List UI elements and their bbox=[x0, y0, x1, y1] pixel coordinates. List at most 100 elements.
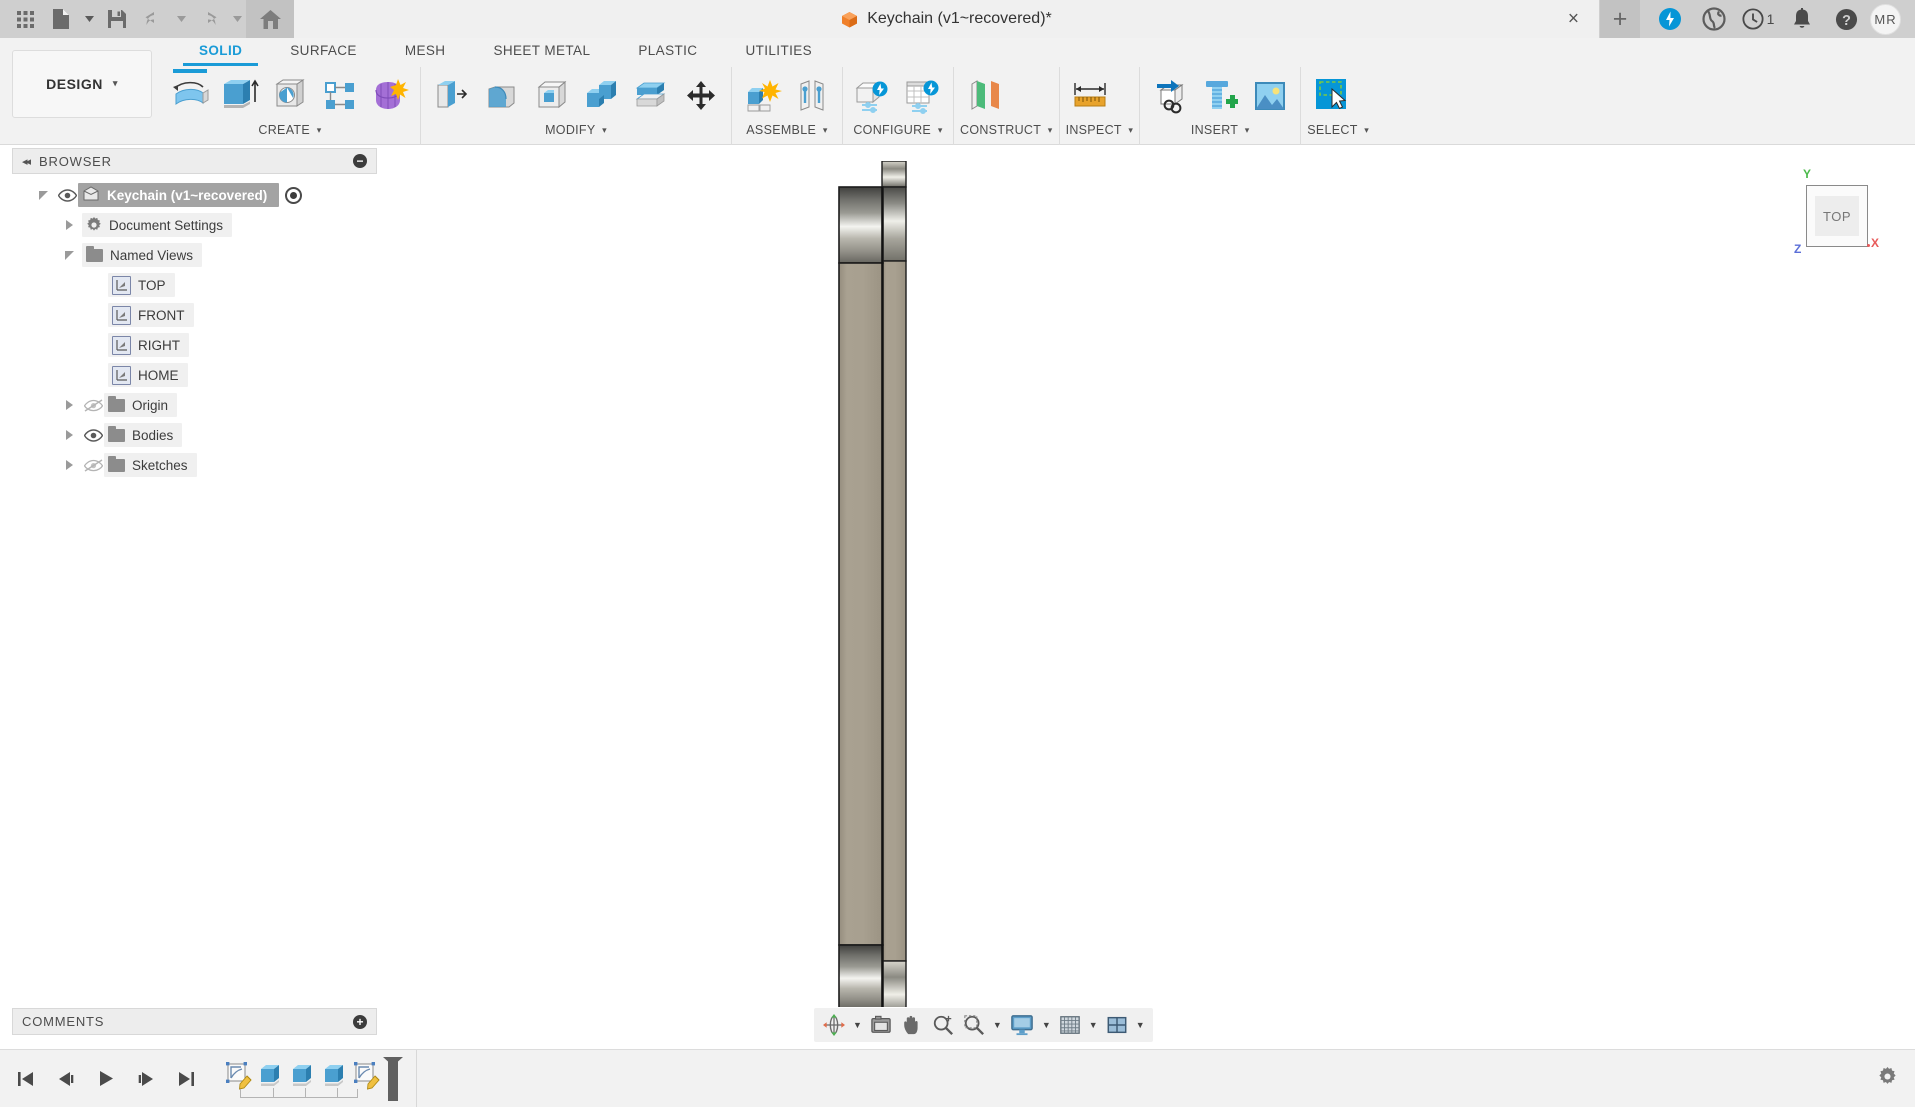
chevron-down-icon[interactable]: ▾ bbox=[602, 125, 607, 135]
fillet-icon[interactable] bbox=[477, 71, 525, 121]
twisty-closed-icon[interactable] bbox=[56, 460, 82, 470]
pan-icon[interactable] bbox=[897, 1010, 927, 1040]
comments-panel[interactable]: COMMENTS + bbox=[12, 1008, 377, 1035]
tab-utilities[interactable]: UTILITIES bbox=[721, 38, 836, 66]
gear-icon[interactable] bbox=[1878, 1066, 1897, 1091]
go-to-end-icon[interactable] bbox=[174, 1065, 198, 1093]
tree-item-view-right[interactable]: RIGHT bbox=[12, 330, 377, 360]
app-grid-icon[interactable] bbox=[8, 2, 42, 36]
world-globe-icon[interactable] bbox=[1694, 0, 1734, 38]
shell-icon[interactable] bbox=[527, 71, 575, 121]
twisty-open-icon[interactable] bbox=[30, 190, 56, 200]
twisty-open-icon[interactable] bbox=[56, 250, 82, 260]
new-tab-button[interactable]: + bbox=[1600, 0, 1640, 38]
job-status-icon[interactable]: 1 bbox=[1738, 0, 1778, 38]
tree-label-named-views[interactable]: Named Views bbox=[82, 243, 203, 267]
twisty-closed-icon[interactable] bbox=[56, 400, 82, 410]
panel-modify-title[interactable]: MODIFY bbox=[545, 123, 595, 137]
notifications-bell-icon[interactable] bbox=[1782, 0, 1822, 38]
insert-derive-icon[interactable] bbox=[1146, 71, 1194, 121]
chevron-down-icon[interactable]: ▾ bbox=[938, 125, 943, 135]
play-icon[interactable] bbox=[94, 1065, 118, 1093]
tree-item-origin[interactable]: Origin bbox=[12, 390, 377, 420]
tree-item-view-home[interactable]: HOME bbox=[12, 360, 377, 390]
press-pull-icon[interactable] bbox=[427, 71, 475, 121]
tree-label-view-top[interactable]: TOP bbox=[108, 273, 175, 297]
model-keychain[interactable] bbox=[837, 161, 907, 1007]
view-cube-face-top[interactable]: TOP bbox=[1806, 185, 1868, 247]
form-icon[interactable] bbox=[366, 71, 414, 121]
tree-label-view-home[interactable]: HOME bbox=[108, 363, 188, 387]
undo-caret-icon[interactable] bbox=[172, 2, 190, 36]
grid-snaps-icon[interactable] bbox=[1055, 1010, 1085, 1040]
mcmaster-bolt-icon[interactable] bbox=[1196, 71, 1244, 121]
chevron-down-icon[interactable]: ▼ bbox=[850, 1020, 865, 1030]
combine-icon[interactable] bbox=[577, 71, 625, 121]
panel-insert-title[interactable]: INSERT bbox=[1191, 123, 1238, 137]
visibility-eye-off-icon[interactable] bbox=[82, 458, 104, 472]
look-at-icon[interactable] bbox=[866, 1010, 896, 1040]
chevron-down-icon[interactable]: ▾ bbox=[317, 125, 322, 135]
tab-plastic[interactable]: PLASTIC bbox=[614, 38, 721, 66]
tree-label-sketches[interactable]: Sketches bbox=[104, 453, 197, 477]
revolve-icon[interactable] bbox=[266, 71, 314, 121]
tab-sheet-metal[interactable]: SHEET METAL bbox=[469, 38, 614, 66]
circle-plus-icon[interactable]: + bbox=[353, 1014, 367, 1029]
tree-item-keychain[interactable]: Keychain (v1~recovered) bbox=[12, 180, 377, 210]
chevron-down-icon[interactable]: ▼ bbox=[1086, 1020, 1101, 1030]
chevron-down-icon[interactable]: ▾ bbox=[1364, 125, 1369, 135]
viewports-icon[interactable] bbox=[1102, 1010, 1132, 1040]
pattern-icon[interactable] bbox=[316, 71, 364, 121]
help-question-icon[interactable]: ? bbox=[1826, 0, 1866, 38]
extrude-icon[interactable] bbox=[216, 71, 264, 121]
tree-label-view-right[interactable]: RIGHT bbox=[108, 333, 189, 357]
visibility-eye-off-icon[interactable] bbox=[82, 398, 104, 412]
visibility-eye-icon[interactable] bbox=[56, 188, 78, 202]
document-tab-keychain[interactable]: Keychain (v1~recovered)* × bbox=[294, 0, 1600, 38]
tree-item-document-settings[interactable]: Document Settings bbox=[12, 210, 377, 240]
chevron-down-icon[interactable]: ▾ bbox=[1048, 125, 1053, 135]
offset-plane-icon[interactable] bbox=[960, 71, 1008, 121]
chevron-down-icon[interactable]: ▼ bbox=[1039, 1020, 1054, 1030]
new-file-icon[interactable] bbox=[44, 2, 78, 36]
configuration-icon[interactable] bbox=[849, 71, 897, 121]
close-icon[interactable]: × bbox=[1568, 10, 1579, 29]
joint-icon[interactable] bbox=[788, 71, 836, 121]
panel-construct-title[interactable]: CONSTRUCT bbox=[960, 123, 1041, 137]
tab-mesh[interactable]: MESH bbox=[381, 38, 470, 66]
panel-create-title[interactable]: CREATE bbox=[258, 123, 310, 137]
step-forward-icon[interactable] bbox=[134, 1065, 158, 1093]
zoom-window-icon[interactable] bbox=[959, 1010, 989, 1040]
tree-item-named-views[interactable]: Named Views bbox=[12, 240, 377, 270]
viewport-canvas[interactable]: TOP Y Z X bbox=[378, 146, 1915, 1007]
extension-blue-icon[interactable] bbox=[1650, 0, 1690, 38]
activate-component-radio[interactable] bbox=[285, 186, 303, 204]
tree-item-bodies[interactable]: Bodies bbox=[12, 420, 377, 450]
panel-select-title[interactable]: SELECT bbox=[1307, 123, 1357, 137]
tree-label-origin[interactable]: Origin bbox=[104, 393, 178, 417]
panel-inspect-title[interactable]: INSPECT bbox=[1066, 123, 1122, 137]
collapse-left-arrows-icon[interactable]: ◂◂ bbox=[22, 155, 31, 168]
display-settings-icon[interactable] bbox=[1006, 1010, 1038, 1040]
home-icon[interactable] bbox=[246, 0, 294, 38]
tree-label-keychain[interactable]: Keychain (v1~recovered) bbox=[78, 183, 280, 207]
chevron-down-icon[interactable]: ▾ bbox=[1128, 125, 1133, 135]
go-to-beginning-icon[interactable] bbox=[14, 1065, 38, 1093]
measure-icon[interactable] bbox=[1066, 71, 1114, 121]
chevron-down-icon[interactable]: ▼ bbox=[990, 1020, 1005, 1030]
tree-label-bodies[interactable]: Bodies bbox=[104, 423, 183, 447]
save-icon[interactable] bbox=[100, 2, 134, 36]
configuration-table-icon[interactable] bbox=[899, 71, 947, 121]
create-sketch-icon[interactable] bbox=[166, 69, 214, 121]
new-component-icon[interactable] bbox=[738, 71, 786, 121]
select-tool-icon[interactable] bbox=[1307, 71, 1355, 121]
twisty-closed-icon[interactable] bbox=[56, 430, 82, 440]
tab-surface[interactable]: SURFACE bbox=[266, 38, 381, 66]
orbit-icon[interactable] bbox=[819, 1010, 849, 1040]
chevron-down-icon[interactable]: ▾ bbox=[1245, 125, 1250, 135]
tree-item-view-top[interactable]: TOP bbox=[12, 270, 377, 300]
browser-header[interactable]: ◂◂ BROWSER − bbox=[12, 148, 377, 174]
tab-solid[interactable]: SOLID bbox=[175, 38, 266, 66]
chevron-down-icon[interactable]: ▼ bbox=[1133, 1020, 1148, 1030]
panel-configure-title[interactable]: CONFIGURE bbox=[853, 123, 931, 137]
